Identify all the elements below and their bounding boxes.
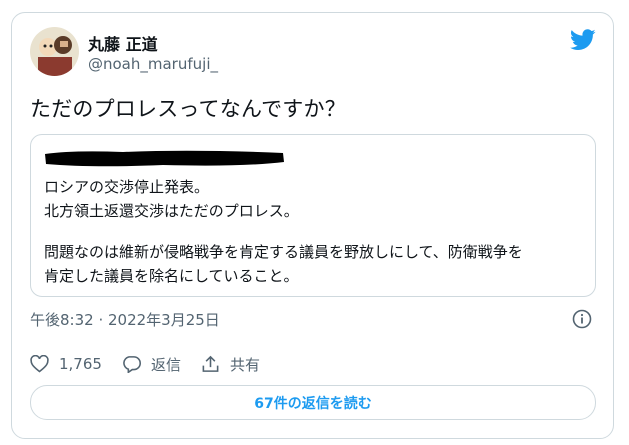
quoted-line-4: 肯定した議員を除名にしていること。	[44, 267, 299, 285]
like-count: 1,765	[59, 355, 102, 373]
timestamp[interactable]: 午後8:32 · 2022年3月25日	[30, 309, 220, 330]
read-replies-button[interactable]: 67件の返信を読む	[30, 385, 596, 420]
tweet-card: 丸藤 正道 @noah_marufuji_ ただのプロレスってなんですか？ ロシ…	[11, 12, 614, 439]
share-label: 共有	[229, 355, 260, 374]
redaction-mark	[45, 150, 284, 167]
avatar[interactable]	[30, 27, 79, 76]
author-handle[interactable]: @noah_marufuji_	[88, 55, 218, 73]
tweet-text: ただのプロレスってなんですか？	[30, 97, 346, 121]
reply-button[interactable]: 返信	[122, 354, 181, 375]
author-name[interactable]: 丸藤 正道	[88, 31, 158, 55]
quoted-tweet[interactable]: ロシアの交渉停止発表。 北方領土返還交渉はただのプロレス。 問題なのは維新が侵略…	[30, 134, 596, 297]
reply-label: 返信	[150, 355, 181, 374]
heart-icon	[30, 355, 49, 373]
info-icon[interactable]	[572, 309, 592, 329]
action-bar: 1,765 返信 共有	[30, 353, 280, 375]
quoted-line-2: 北方領土返還交渉はただのプロレス。	[44, 202, 299, 220]
quoted-line-3: 問題なのは維新が侵略戦争を肯定する議員を野放しにして、防衛戦争を	[44, 243, 523, 261]
share-button[interactable]: 共有	[201, 354, 260, 375]
like-button[interactable]: 1,765	[30, 355, 102, 373]
twitter-bird-icon[interactable]	[570, 29, 596, 51]
reply-icon	[123, 356, 141, 373]
quoted-line-1: ロシアの交渉停止発表。	[44, 178, 210, 196]
share-icon	[202, 355, 219, 372]
